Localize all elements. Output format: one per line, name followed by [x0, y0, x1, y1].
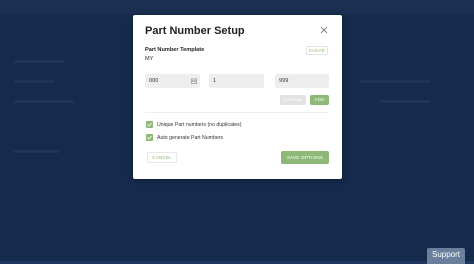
template-value: MY	[145, 56, 154, 62]
cancel-segment-button[interactable]: CANCEL	[280, 95, 306, 105]
checkmark-icon	[147, 135, 152, 140]
dialog-title: Part Number Setup	[145, 25, 245, 37]
auto-generate-label: Auto generate Part Numbers	[157, 135, 224, 141]
save-options-button[interactable]: SAVE OPTIONS	[281, 151, 329, 164]
clear-button[interactable]: CLEAR	[306, 46, 328, 55]
close-icon[interactable]	[319, 25, 329, 35]
template-label: Part Number Template	[145, 47, 205, 53]
divider	[145, 112, 329, 113]
auto-generate-checkbox[interactable]	[146, 134, 153, 141]
end-number-field[interactable]: 999	[275, 74, 329, 88]
start-number-field[interactable]: 1	[209, 74, 264, 88]
add-button[interactable]: ADD	[310, 95, 329, 105]
part-number-setup-dialog: Part Number Setup Part Number Template M…	[133, 15, 342, 179]
unique-part-numbers-label: Unique Part numbers (no duplicates)	[157, 122, 242, 128]
support-button[interactable]: Support	[427, 248, 465, 264]
calendar-icon[interactable]	[191, 78, 197, 84]
unique-part-numbers-checkbox[interactable]	[146, 121, 153, 128]
cancel-button[interactable]: CANCEL	[147, 152, 177, 163]
checkmark-icon	[147, 122, 152, 127]
